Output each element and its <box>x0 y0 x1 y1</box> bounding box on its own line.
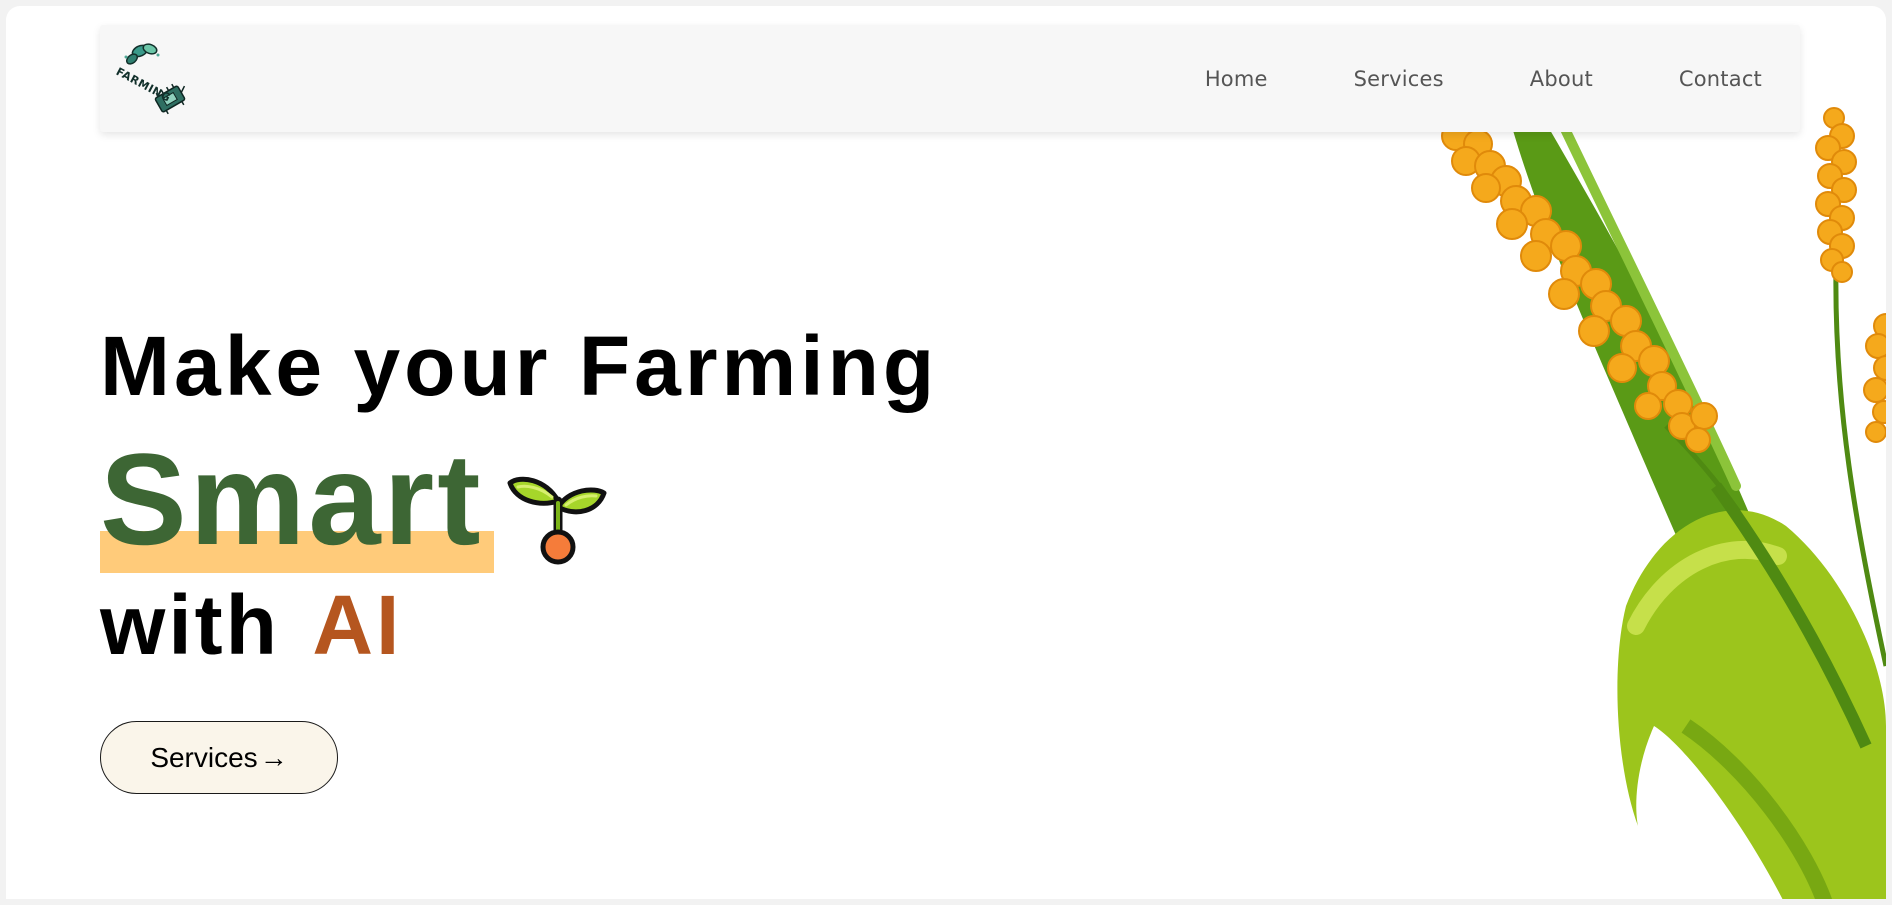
page: FARMING Home Services About Contact Make… <box>6 6 1886 899</box>
sprout-icon <box>507 476 607 565</box>
smart-row: Smart <box>100 434 483 574</box>
millet-illustration <box>1441 106 1886 899</box>
navbar: FARMING Home Services About Contact <box>100 25 1800 132</box>
hero-smart-word: Smart <box>100 426 484 572</box>
nav-link-home[interactable]: Home <box>1205 67 1268 91</box>
nav-links: Home Services About Contact <box>1205 25 1762 132</box>
services-button[interactable]: Services → <box>100 721 338 794</box>
nav-link-about[interactable]: About <box>1530 67 1593 91</box>
hero-headline: Make your Farming <box>100 319 939 413</box>
nav-link-services[interactable]: Services <box>1354 67 1444 91</box>
arrow-right-icon: → <box>259 741 288 773</box>
hero-with-ai: with AI <box>100 583 402 667</box>
brand-logo[interactable]: FARMING <box>114 39 194 119</box>
hero-ai-word: AI <box>312 578 403 672</box>
grain-head-right <box>1815 107 1886 443</box>
hero-with-word: with <box>100 578 280 672</box>
nav-link-contact[interactable]: Contact <box>1679 67 1762 91</box>
services-button-label: Services <box>150 741 258 773</box>
